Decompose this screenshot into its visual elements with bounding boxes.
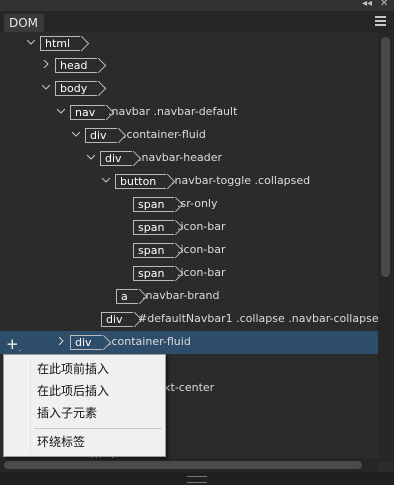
tag-pill[interactable]: a [116,289,138,304]
close-panel-icon[interactable]: ✕ [380,0,388,9]
node-attributes: xt-center [164,381,215,394]
vertical-scrollbar[interactable] [378,32,394,462]
tree-row[interactable]: nav .navbar .navbar-default [0,101,378,124]
tree-row[interactable]: html [0,32,378,55]
menu-separator [34,428,162,429]
tag-pill[interactable]: nav [70,105,106,120]
horizontal-scrollbar[interactable] [0,458,378,472]
node-attributes: .sr-only [177,197,218,210]
panel-tab-bar: DOM [0,11,394,33]
chevron-down-icon[interactable] [72,130,80,137]
hamburger-icon[interactable] [375,16,386,28]
tag-pill[interactable]: span [133,197,175,212]
node-attributes: .navbar-toggle .collapsed [171,174,311,187]
chevron-right-icon[interactable] [42,60,49,68]
tag-pill[interactable]: div [100,151,132,166]
tag-pill[interactable]: div [85,128,117,143]
tree-row[interactable]: button .navbar-toggle .collapsed [0,170,378,193]
tree-row[interactable]: div .container-fluid [0,124,378,147]
tag-pill[interactable]: div [101,312,133,327]
collapse-panel-icon[interactable]: ◂◂ [362,0,372,9]
chevron-down-icon[interactable] [42,83,50,90]
node-attributes: #defaultNavbar1 .collapse .navbar-collap… [138,312,379,325]
context-menu: 在此项前插入 在此项后插入 插入子元素 环绕标签 [3,354,166,457]
panel-top-bar: ◂◂ ✕ [0,0,394,11]
node-attributes: .icon-bar [177,266,226,279]
node-attributes: .container-fluid [108,335,191,348]
tag-pill[interactable]: head [55,58,98,73]
chevron-down-icon[interactable] [27,38,35,45]
tag-pill[interactable]: body [55,81,98,96]
scrollbar-thumb[interactable] [381,37,390,277]
tree-row[interactable]: span .sr-only [0,193,378,216]
node-attributes: .navbar-header [138,151,222,164]
tree-row[interactable]: span .icon-bar [0,262,378,285]
node-attributes: .navbar-brand [142,289,220,302]
tag-pill[interactable]: html [40,36,81,51]
tag-pill[interactable]: button [115,174,167,189]
plus-icon[interactable]: +. [6,337,21,354]
chevron-down-icon[interactable] [102,176,110,183]
tree-row-selected[interactable]: div .container-fluid [0,331,378,354]
tree-row[interactable]: span .icon-bar [0,239,378,262]
chevron-down-icon[interactable] [57,107,65,114]
menu-item-insert-after[interactable]: 在此项后插入 [4,380,165,402]
tab-dom[interactable]: DOM [4,14,44,33]
menu-item-wrap-tag[interactable]: 环绕标签 [4,431,165,453]
tag-pill[interactable]: div [70,335,102,350]
menu-item-insert-child[interactable]: 插入子元素 [4,402,165,424]
tree-row[interactable]: div #defaultNavbar1 .collapse .navbar-co… [0,308,379,331]
node-attributes: .container-fluid [123,128,206,141]
tag-pill[interactable]: span [133,220,175,235]
tag-pill[interactable]: span [133,243,175,258]
tree-row[interactable]: head [0,54,378,77]
node-attributes: .navbar .navbar-default [108,105,238,118]
tree-row[interactable]: span .icon-bar [0,216,378,239]
tree-row[interactable]: body [0,77,378,100]
tag-pill[interactable]: span [133,266,175,281]
node-attributes: .icon-bar [177,220,226,233]
menu-item-insert-before[interactable]: 在此项前插入 [4,358,165,380]
node-attributes: .icon-bar [177,243,226,256]
scrollbar-thumb[interactable] [4,461,362,469]
tree-row[interactable]: a .navbar-brand [0,285,378,308]
chevron-right-icon[interactable] [57,337,64,345]
tree-row[interactable]: div .navbar-header [0,147,378,170]
resize-grip-icon[interactable] [187,476,207,483]
chevron-down-icon[interactable] [87,153,95,160]
